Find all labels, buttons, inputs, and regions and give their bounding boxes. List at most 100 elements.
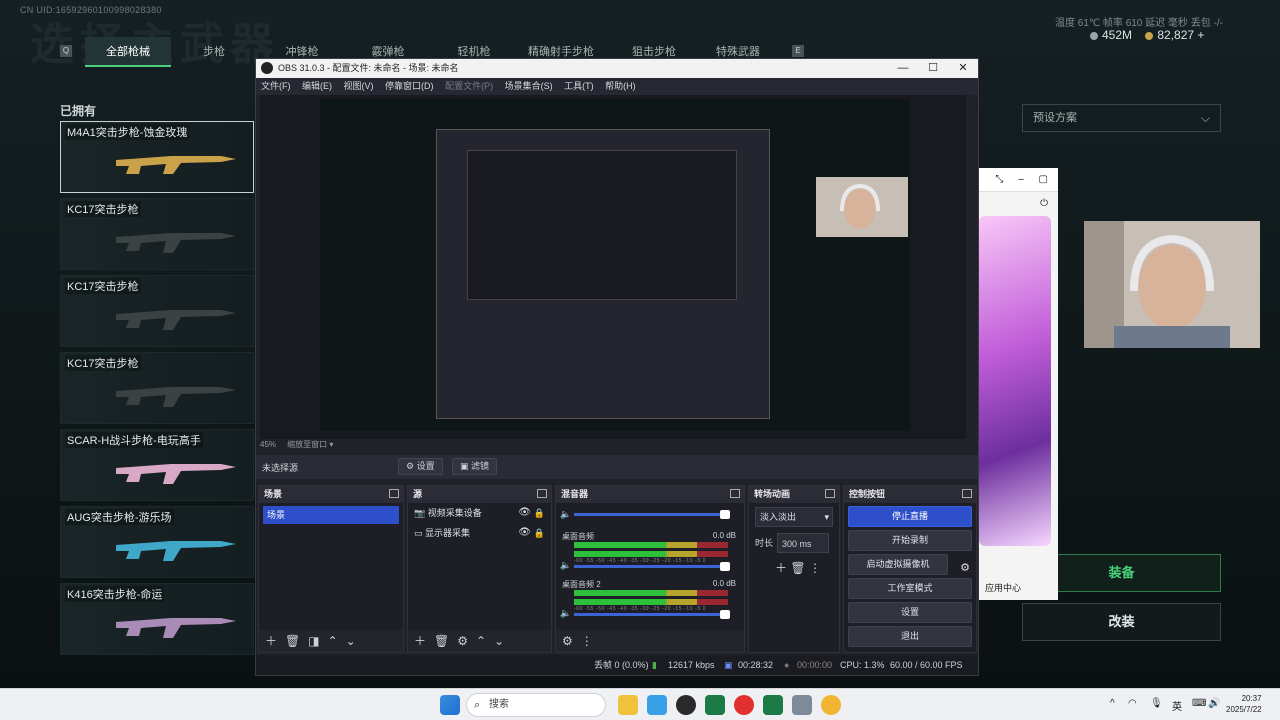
weapon-card[interactable]: KC17突击步枪 <box>60 352 254 424</box>
file-explorer-icon[interactable] <box>618 695 638 715</box>
more-icon[interactable]: ⋮ <box>581 634 593 648</box>
speaker-icon[interactable]: 🔈 <box>560 560 571 571</box>
game-icon[interactable] <box>705 695 725 715</box>
volume-knob[interactable] <box>720 610 730 619</box>
obs-taskbar-icon[interactable] <box>676 695 696 715</box>
chevron-up-icon[interactable]: ⌃ <box>328 634 338 648</box>
menu-docks[interactable]: 停靠窗口(D) <box>385 81 434 91</box>
weapon-name: KC17突击步枪 <box>65 201 141 217</box>
netease-music-icon[interactable] <box>734 695 754 715</box>
volume-slider[interactable] <box>574 510 730 519</box>
menu-scene-collection[interactable]: 场景集合(S) <box>505 81 553 91</box>
transition-select[interactable]: 淡入淡出 ▾ <box>755 507 833 527</box>
app-icon[interactable] <box>647 695 667 715</box>
speaker-icon[interactable]: 🔈 <box>560 509 571 520</box>
duration-input[interactable]: 300 ms <box>777 533 829 553</box>
volume-knob[interactable] <box>720 510 730 519</box>
trash-icon[interactable]: 🗑 <box>434 634 449 648</box>
weapon-card[interactable]: KC17突击步枪 <box>60 198 254 270</box>
tab-all-weapons[interactable]: 全部枪械 <box>85 37 171 67</box>
uid-label: CN UID:1659296010099802838​0 <box>20 5 162 15</box>
speaker-icon[interactable]: 🔈 <box>560 608 571 619</box>
presets-dropdown[interactable]: 预设方案 ⌵ <box>1022 104 1221 132</box>
volume-knob[interactable] <box>720 562 730 571</box>
volume-icon[interactable]: 🔊 <box>1208 698 1220 709</box>
undock-icon[interactable] <box>389 489 399 498</box>
zoom-indicator[interactable]: 45% 缩放至窗口 ▾ <box>260 439 333 452</box>
lock-icon[interactable]: 🔒 <box>534 503 545 523</box>
menu-profile[interactable]: 配置文件(P) <box>445 81 493 91</box>
filter-icon[interactable]: ◨ <box>308 634 319 648</box>
chevron-down-icon[interactable]: ⌄ <box>346 634 356 648</box>
lock-icon[interactable]: 🔒 <box>534 523 545 543</box>
start-recording-button[interactable]: 开始录制 <box>848 530 972 551</box>
studio-mode-button[interactable]: 工作室模式 <box>848 578 972 599</box>
chevron-up-icon[interactable]: ⌃ <box>476 634 486 648</box>
gear-icon[interactable]: ⚙ <box>960 561 970 574</box>
weapon-card[interactable]: SCAR-H战斗步枪-电玩高手 <box>60 429 254 501</box>
obs-title: OBS 31.0.3 - 配置文件: 未命名 - 场景: 未命名 <box>278 63 459 73</box>
add-icon[interactable]: ＋ <box>265 634 277 648</box>
meter-scale: -60 -55 -50 -45 -40 -35 -30 -25 -20 -15 … <box>574 606 707 612</box>
keyboard-icon[interactable]: ⌨ <box>1192 698 1206 709</box>
trash-icon[interactable]: 🗑 <box>790 561 805 575</box>
menu-view[interactable]: 视图(V) <box>344 81 374 91</box>
exit-button[interactable]: 退出 <box>848 626 972 647</box>
menu-help[interactable]: 帮助(H) <box>605 81 636 91</box>
volume-slider[interactable] <box>574 610 730 619</box>
tab-rifle[interactable]: 步枪 <box>178 37 250 67</box>
chevron-up-icon[interactable]: ^ <box>1110 698 1115 709</box>
stop-streaming-button[interactable]: 停止直播 <box>848 506 972 527</box>
source-item[interactable]: 📷 视频采集设备 👁 🔒 <box>408 503 551 523</box>
undock-icon[interactable] <box>730 489 740 498</box>
obs-preview[interactable] <box>260 95 966 439</box>
source-item[interactable]: ▭ 显示器采集 👁 🔒 <box>408 523 551 543</box>
undock-icon[interactable] <box>962 489 972 498</box>
weapon-card[interactable]: KC17突击步枪 <box>60 275 254 347</box>
taskbar-search[interactable]: ⌕ 搜索 <box>466 693 606 717</box>
settings-button[interactable]: 设置 <box>848 602 972 623</box>
taskbar-clock[interactable]: 20:37 2025/7/22 <box>1226 693 1262 715</box>
gear-icon[interactable]: ⚙ <box>457 634 468 648</box>
level-meter <box>574 551 728 557</box>
more-icon[interactable]: ⋮ <box>809 561 821 575</box>
phone-window-controls[interactable]: ⤡ – ▢ ⏻ <box>979 168 1058 209</box>
scene-item[interactable]: 场景 <box>263 506 399 524</box>
game-icon[interactable] <box>763 695 783 715</box>
obs-titlebar[interactable]: OBS 31.0.3 - 配置文件: 未命名 - 场景: 未命名 — ☐ ✕ <box>256 59 978 78</box>
properties-button[interactable]: ⚙ 设置 <box>398 458 443 475</box>
chevron-down-icon[interactable]: ⌄ <box>494 634 504 648</box>
start-icon[interactable] <box>440 695 460 715</box>
filters-button[interactable]: ▣ 滤镜 <box>452 458 498 475</box>
gear-icon[interactable]: ⚙ <box>562 634 573 648</box>
settings-icon[interactable] <box>792 695 812 715</box>
eye-icon[interactable]: 👁 <box>518 523 531 543</box>
source-name: 显示器采集 <box>425 528 471 538</box>
eye-icon[interactable]: 👁 <box>518 503 531 523</box>
maximize-icon[interactable]: ☐ <box>918 59 948 78</box>
ime-indicator[interactable]: 英 <box>1172 698 1182 713</box>
add-icon[interactable]: ＋ <box>775 561 787 575</box>
weapon-card[interactable]: AUG突击步枪-游乐场 <box>60 506 254 578</box>
trash-icon[interactable]: 🗑 <box>285 634 300 648</box>
mixer-title: 混音器 <box>561 489 589 499</box>
network-icon[interactable]: ◠ <box>1128 698 1137 709</box>
modify-button[interactable]: 改装 <box>1022 603 1221 641</box>
weapon-card[interactable]: K416突击步枪-命运 <box>60 583 254 655</box>
wallpaper-image <box>979 216 1051 546</box>
start-virtual-camera-button[interactable]: 启动虚拟摄像机 <box>848 554 948 575</box>
mic-icon[interactable]: 🎙 <box>1150 698 1163 709</box>
volume-slider[interactable] <box>574 562 730 571</box>
weapon-card[interactable]: M4A1突击步枪-蚀金玫瑰 <box>60 121 254 193</box>
app-center-label[interactable]: 应用中心 <box>985 581 1021 594</box>
menu-tools[interactable]: 工具(T) <box>564 81 594 91</box>
transitions-header: 转场动画 <box>749 486 839 503</box>
add-icon[interactable]: ＋ <box>414 634 426 648</box>
undock-icon[interactable] <box>537 489 547 498</box>
minimize-icon[interactable]: — <box>888 59 918 78</box>
close-icon[interactable]: ✕ <box>948 59 978 78</box>
menu-file[interactable]: 文件(F) <box>261 81 291 91</box>
menu-edit[interactable]: 编辑(E) <box>302 81 332 91</box>
app-icon[interactable] <box>821 695 841 715</box>
undock-icon[interactable] <box>825 489 835 498</box>
